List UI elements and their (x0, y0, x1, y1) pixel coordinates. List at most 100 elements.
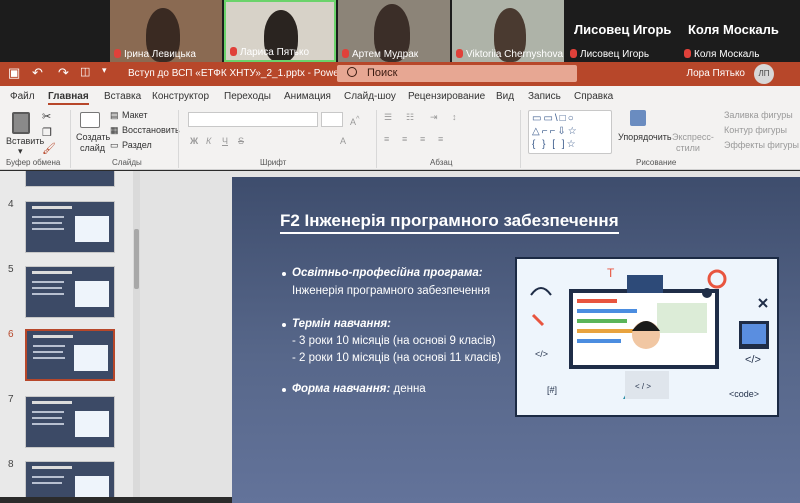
align-right-icon[interactable]: ≡ (420, 134, 425, 144)
customize-icon[interactable]: ▾ (102, 65, 107, 76)
tab-insert[interactable]: Вставка (104, 91, 141, 102)
copy-icon[interactable]: ❐ (42, 126, 52, 139)
participant-tile[interactable]: Лисовец Игорь Лисовец Игорь (566, 0, 678, 62)
shapes-gallery[interactable]: ▭▭\□○ △⌐⌐⇩☆{ } [ ]☆ (528, 110, 612, 154)
quick-styles-button-line2[interactable]: стили (676, 143, 700, 153)
participant-name: Лисовец Игорь (580, 49, 650, 60)
code-left-text: </> (535, 349, 548, 359)
slide-thumbnail[interactable] (25, 201, 115, 253)
avatar[interactable]: ЛП (754, 64, 774, 84)
tab-transitions[interactable]: Переходы (224, 91, 271, 102)
user-name[interactable]: Лора Пятько (687, 68, 745, 79)
tab-slideshow[interactable]: Слайд-шоу (344, 91, 396, 102)
slide-thumbnail[interactable] (25, 461, 115, 497)
slide-thumbnail-selected[interactable] (25, 329, 115, 381)
slide-canvas: F2 Інженерія програмного забезпечення Ос… (140, 171, 800, 503)
participant-large-name: Коля Москаль (688, 22, 779, 37)
participant-tile[interactable]: Коля Москаль Коля Москаль (680, 0, 800, 62)
numbering-icon[interactable]: ☷ (406, 112, 414, 123)
tab-help[interactable]: Справка (574, 91, 613, 102)
title-separator: - (304, 68, 314, 79)
new-slide-button[interactable]: Создать (76, 132, 110, 142)
layout-button[interactable]: Макет (122, 110, 147, 120)
participant-tile[interactable]: Артем Мудрак (338, 0, 450, 62)
current-slide[interactable]: F2 Інженерія програмного забезпечення Ос… (232, 177, 800, 503)
hash-text: [#] (547, 385, 557, 395)
paste-button[interactable]: Вставить (6, 136, 44, 146)
group-label-clipboard: Буфер обмена (6, 158, 61, 167)
svg-text:T: T (607, 266, 615, 280)
undo-icon[interactable]: ↶ (32, 65, 43, 81)
section-icon: ▭ (110, 140, 119, 150)
font-family-input[interactable] (188, 112, 318, 127)
save-icon[interactable]: ▣ (8, 65, 20, 81)
slide-thumbnail[interactable] (25, 396, 115, 448)
programmer-illustration[interactable]: T </> </> <code> [#] < / > (515, 257, 779, 417)
bullets-icon[interactable]: ☰ (384, 112, 392, 123)
tab-home[interactable]: Главная (48, 91, 89, 105)
illustration-graphic: T </> </> <code> [#] < / > (530, 266, 769, 399)
laptop-text: < / > (635, 382, 651, 391)
justify-icon[interactable]: ≡ (438, 134, 443, 144)
tab-record[interactable]: Запись (528, 91, 561, 102)
strikethrough-button[interactable]: S (238, 136, 244, 146)
italic-button[interactable]: К (206, 136, 211, 146)
participant-tile-active[interactable]: Лариса Пятько (224, 0, 336, 62)
quick-styles-button[interactable]: Экспресс- (672, 132, 714, 142)
slide-thumbnail[interactable] (25, 266, 115, 318)
reset-button[interactable]: Восстановить (122, 125, 180, 135)
group-label-paragraph: Абзац (430, 158, 453, 167)
search-icon (347, 67, 357, 77)
shape-fill-button[interactable]: Заливка фигуры (724, 110, 793, 120)
tab-file[interactable]: Файл (10, 91, 35, 102)
search-box[interactable]: Поиск (337, 65, 577, 82)
section-button[interactable]: Раздел (122, 140, 152, 150)
ribbon-tabs: Файл Главная Вставка Конструктор Переход… (0, 86, 800, 106)
bold-button[interactable]: Ж (190, 136, 198, 146)
ribbon: Вставить ▾ ✂ ❐ 🖌 Буфер обмена Создать сл… (0, 106, 800, 170)
underline-button[interactable]: Ч (222, 136, 228, 146)
shape-outline-button[interactable]: Контур фигуры (724, 125, 787, 135)
paste-icon[interactable] (12, 112, 30, 134)
new-slide-icon[interactable] (80, 112, 100, 128)
tab-review[interactable]: Рецензирование (408, 91, 485, 102)
line-spacing-icon[interactable]: ↕ (452, 112, 457, 122)
participant-name: Артем Мудрак (352, 49, 419, 60)
font-grow-icon[interactable]: A^ (350, 114, 360, 127)
cut-icon[interactable]: ✂ (42, 110, 51, 123)
mic-muted-icon (570, 49, 577, 58)
slide-thumbnail[interactable] (25, 171, 115, 187)
participant-name: Viktoriia Chernyshova (466, 49, 564, 60)
font-size-input[interactable] (321, 112, 343, 127)
arrange-icon (630, 110, 646, 126)
participant-tile[interactable]: Viktoriia Chernyshova (452, 0, 564, 62)
program-label: Освітньо-професійна програма: (292, 267, 483, 279)
mic-muted-icon (114, 49, 121, 58)
file-name: Вступ до ВСП «ЕТФК ХНТУ»_2_1.pptx (128, 68, 305, 79)
group-label-drawing: Рисование (636, 158, 677, 167)
arrange-button[interactable]: Упорядочить (618, 132, 672, 142)
slide-title[interactable]: F2 Інженерія програмного забезпечення (280, 211, 619, 234)
thumbnails-scrollbar[interactable] (133, 171, 140, 497)
paste-dropdown-icon[interactable]: ▾ (18, 146, 23, 157)
group-label-font: Шрифт (260, 158, 287, 167)
align-left-icon[interactable]: ≡ (384, 134, 389, 144)
align-center-icon[interactable]: ≡ (402, 134, 407, 144)
font-color-button[interactable]: A (340, 136, 346, 146)
slide-number: 7 (8, 394, 14, 405)
present-icon[interactable]: ◫ (80, 65, 90, 78)
redo-icon[interactable]: ↷ (58, 65, 69, 81)
format-painter-icon[interactable]: 🖌 (42, 142, 56, 155)
slide-number: 6 (8, 329, 14, 340)
mic-muted-icon (230, 47, 237, 56)
participant-name: Лариса Пятько (240, 47, 310, 58)
tab-animations[interactable]: Анимация (284, 91, 331, 102)
shape-effects-button[interactable]: Эффекты фигуры (724, 140, 799, 150)
tab-design[interactable]: Конструктор (152, 91, 209, 102)
tab-view[interactable]: Вид (496, 91, 514, 102)
video-strip: Ірина Левицька Лариса Пятько Артем Мудра… (0, 0, 800, 62)
new-slide-button-line2[interactable]: слайд (80, 143, 105, 153)
indent-icon[interactable]: ⇥ (430, 112, 438, 123)
participant-tile[interactable]: Ірина Левицька (110, 0, 222, 62)
slide-number: 5 (8, 264, 14, 275)
